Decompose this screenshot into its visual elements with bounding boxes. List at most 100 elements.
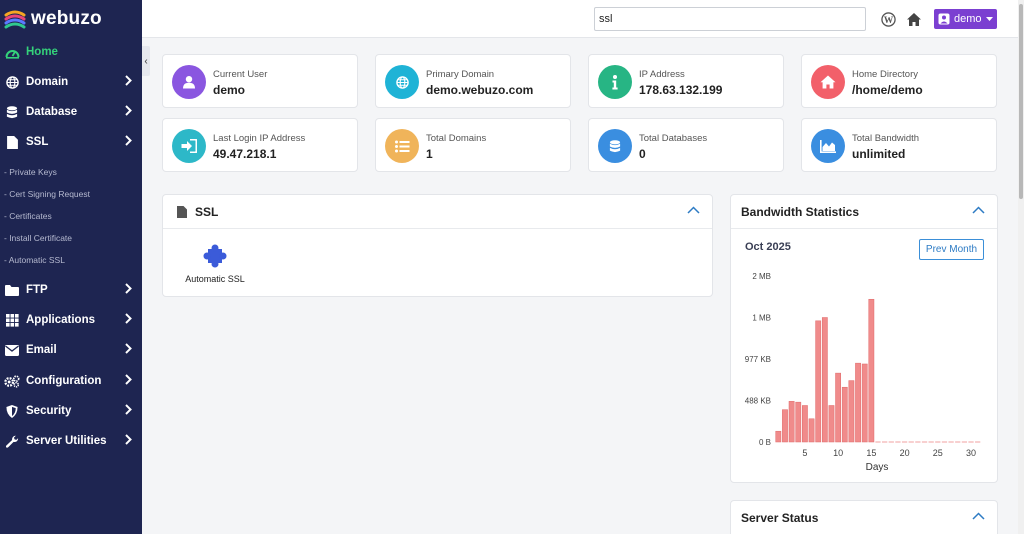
card-home-directory: Home Directory/home/demo	[801, 54, 997, 108]
file-icon	[4, 135, 20, 149]
sidebar-item-ftp[interactable]: FTP	[0, 275, 142, 305]
server-status-title: Server Status	[741, 510, 819, 525]
app-label: Automatic SSL	[185, 274, 245, 284]
sidebar-item-label: Applications	[26, 314, 96, 326]
server-status-header[interactable]: Server Status	[731, 501, 997, 534]
bar-day-14	[861, 363, 868, 443]
card-label: Last Login IP Address	[213, 133, 306, 144]
sidebar-item-configuration[interactable]: Configuration	[0, 366, 142, 396]
page-scrollbar[interactable]	[1018, 0, 1024, 534]
ssl-subitem[interactable]: - Install Certificate	[4, 233, 72, 243]
sidebar-item-database[interactable]: Database	[0, 97, 142, 127]
y-tick-label: 1 MB	[752, 314, 771, 323]
sign-in-icon	[172, 129, 206, 163]
sidebar-item-label: Home	[26, 46, 58, 58]
app-automatic-ssl[interactable]: Automatic SSL	[181, 243, 249, 284]
globe-icon	[4, 75, 20, 89]
bar-day-5	[802, 405, 808, 443]
user-menu-label: demo	[954, 13, 982, 25]
brand-logo[interactable]: webuzo	[0, 0, 142, 38]
dashboard-icon	[4, 45, 20, 59]
ssl-subitem[interactable]: - Automatic SSL	[4, 255, 65, 265]
card-label: Total Bandwidth	[852, 133, 920, 144]
area-chart-icon	[811, 129, 845, 163]
chevron-right-icon	[125, 135, 132, 149]
bar-day-2	[782, 409, 788, 443]
sidebar-item-home[interactable]: Home	[0, 37, 142, 67]
bar-day-15	[868, 298, 875, 443]
sidebar-item-domain[interactable]: Domain	[0, 67, 142, 97]
sidebar-item-label: Email	[26, 344, 57, 356]
x-axis-label: Days	[866, 462, 889, 473]
chevron-up-icon[interactable]	[972, 512, 985, 520]
card-label: IP Address	[639, 69, 685, 80]
sidebar-item-security[interactable]: Security	[0, 396, 142, 426]
chevron-right-icon	[125, 374, 132, 388]
ssl-subitem[interactable]: - Certificates	[4, 211, 52, 221]
caret-down-icon	[985, 16, 993, 21]
x-tick-label: 10	[833, 448, 843, 458]
home-icon[interactable]	[905, 10, 923, 28]
user-menu-button[interactable]: demo	[934, 9, 997, 29]
sidebar-item-label: FTP	[26, 284, 48, 296]
database-icon	[598, 129, 632, 163]
bar-day-3	[788, 401, 795, 443]
wordpress-icon[interactable]: W	[879, 10, 897, 28]
chevron-right-icon	[125, 434, 132, 448]
x-tick-label: 5	[802, 448, 807, 458]
y-tick-label: 977 KB	[745, 355, 771, 364]
card-value: demo.webuzo.com	[426, 83, 534, 97]
user-icon	[938, 13, 950, 25]
card-value: 178.63.132.199	[639, 83, 723, 97]
bar-day-11	[841, 386, 848, 443]
chevron-up-icon[interactable]	[687, 206, 700, 214]
x-tick-label: 15	[866, 448, 876, 458]
sidebar-item-label: Domain	[26, 76, 69, 88]
card-total-domains: Total Domains 1	[375, 118, 571, 172]
bandwidth-panel-header[interactable]: Bandwidth Statistics	[731, 195, 997, 229]
ssl-panel: SSL Automatic SSL	[162, 194, 713, 297]
ssl-subitem[interactable]: - Private Keys	[4, 167, 57, 177]
shield-icon	[4, 404, 20, 418]
bar-day-1	[775, 430, 782, 443]
chevron-up-icon[interactable]	[972, 206, 985, 214]
card-ip-address: IP Address 178.63.132.199	[588, 54, 784, 108]
sidebar-item-email[interactable]: Email	[0, 335, 142, 365]
chevron-right-icon	[125, 75, 132, 89]
x-tick-label: 30	[966, 448, 976, 458]
prev-month-button[interactable]: Prev Month	[919, 239, 984, 260]
bar-day-8	[821, 317, 828, 443]
card-value: demo	[213, 83, 246, 97]
sidebar-item-ssl[interactable]: SSL	[0, 127, 142, 157]
card-label: Home Directory	[852, 69, 918, 80]
scrollbar-thumb[interactable]	[1019, 4, 1023, 199]
folder-icon	[4, 283, 20, 297]
card-current-user: Current User demo	[162, 54, 358, 108]
sidebar: webuzo Home Domain Database SSL FTP Applicati…	[0, 0, 142, 534]
ssl-subitem[interactable]: - Cert Signing Request	[4, 189, 90, 199]
card-value: 1	[426, 147, 433, 161]
sidebar-item-server-utilities[interactable]: Server Utilities	[0, 426, 142, 456]
x-tick-label: 20	[900, 448, 910, 458]
bandwidth-panel: Bandwidth Statistics Oct 2025 Prev Month…	[730, 194, 998, 483]
ssl-panel-header[interactable]: SSL	[163, 195, 712, 229]
bar-day-10	[835, 372, 842, 443]
sidebar-collapse-toggle[interactable]: ‹	[142, 46, 150, 76]
bar-day-4	[795, 401, 802, 443]
bar-day-9	[828, 405, 835, 443]
user-icon	[172, 65, 206, 99]
y-tick-label: 488 KB	[745, 397, 771, 406]
chevron-right-icon	[125, 105, 132, 119]
search-input[interactable]	[594, 7, 866, 31]
chevron-right-icon	[125, 404, 132, 418]
info-icon	[598, 65, 632, 99]
bandwidth-panel-title: Bandwidth Statistics	[741, 204, 860, 219]
card-value: unlimited	[852, 147, 906, 161]
y-tick-label: 2 MB	[752, 272, 771, 281]
sidebar-item-applications[interactable]: Applications	[0, 305, 142, 335]
sidebar-item-label: Configuration	[26, 375, 102, 387]
puzzle-icon	[203, 244, 227, 268]
server-status-panel: Server Status	[730, 500, 998, 534]
card-label: Total Databases	[639, 133, 708, 144]
sidebar-item-label: Server Utilities	[26, 435, 107, 447]
